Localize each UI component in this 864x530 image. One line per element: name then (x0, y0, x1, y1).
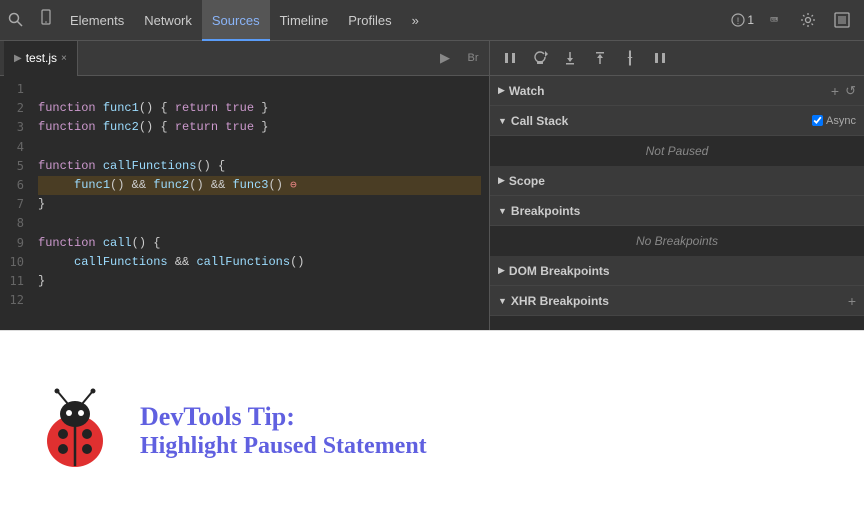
search-icon (8, 12, 24, 28)
debug-toolbar: | (490, 41, 864, 76)
editor-tab-label: test.js (26, 51, 57, 65)
watch-add-button[interactable]: + (831, 83, 839, 99)
scope-arrow: ▶ (498, 175, 505, 186)
search-button[interactable] (0, 12, 32, 28)
deactivate-button[interactable]: | (618, 46, 642, 70)
editor-tabs: ▶ test.js × ▶ Br (0, 41, 489, 76)
error-count: 1 (747, 13, 754, 27)
breakpoints-title: Breakpoints (511, 204, 856, 218)
toolbar-right: ! 1 ⌨ (731, 6, 864, 34)
tab-run-icon: ▶ (14, 53, 22, 64)
tab-sources[interactable]: Sources (202, 0, 270, 41)
breakpoints-arrow: ▼ (498, 206, 507, 216)
callstack-title: Call Stack (511, 114, 812, 128)
callstack-section-header[interactable]: ▼ Call Stack Async (490, 106, 864, 136)
dom-breakpoints-section-header[interactable]: ▶ DOM Breakpoints (490, 256, 864, 286)
tip-text: DevTools Tip: Highlight Paused Statement (140, 401, 427, 461)
xhr-arrow: ▼ (498, 296, 507, 306)
scope-section-header[interactable]: ▶ Scope (490, 166, 864, 196)
step-into-button[interactable] (558, 46, 582, 70)
watch-refresh-button[interactable]: ↺ (845, 83, 856, 99)
settings-icon (800, 12, 816, 28)
pause-icon (503, 51, 517, 65)
async-toggle[interactable] (812, 115, 823, 126)
watch-arrow: ▶ (498, 85, 505, 96)
mobile-icon[interactable] (32, 0, 60, 41)
pause-exception-icon (653, 51, 667, 65)
line-numbers: 1 2 3 4 5 6 7 8 9 10 11 12 (0, 76, 30, 330)
callstack-status: Not Paused (646, 144, 709, 158)
xhr-add-button[interactable]: + (848, 293, 856, 309)
play-button[interactable]: ▶ (433, 46, 457, 70)
async-label: Async (826, 115, 856, 127)
step-out-button[interactable] (588, 46, 612, 70)
settings-button[interactable] (794, 6, 822, 34)
dom-breakpoints-title: DOM Breakpoints (509, 264, 856, 278)
ladybug-icon (30, 386, 120, 476)
error-icon: ! (731, 13, 745, 27)
watch-actions: + ↺ (831, 83, 856, 99)
breakpoints-section-header[interactable]: ▼ Breakpoints (490, 196, 864, 226)
devtools-body: ▶ test.js × ▶ Br 1 2 3 4 5 6 7 8 9 10 11 (0, 41, 864, 330)
editor-tab-testjs[interactable]: ▶ test.js × (4, 41, 78, 76)
console-button[interactable]: ⌨ (760, 6, 788, 34)
breakpoint-button[interactable]: Br (461, 46, 485, 70)
watch-title: Watch (509, 84, 831, 98)
step-into-icon (563, 51, 577, 65)
pause-on-exception-button[interactable] (648, 46, 672, 70)
more-tabs-button[interactable]: » (402, 0, 429, 41)
editor-body: 1 2 3 4 5 6 7 8 9 10 11 12 function func… (0, 76, 489, 330)
undock-button[interactable] (828, 6, 856, 34)
breakpoints-status: No Breakpoints (636, 234, 718, 248)
tip-title: DevTools Tip: (140, 401, 427, 432)
mobile-device-icon (38, 9, 54, 25)
callstack-content: Not Paused (490, 136, 864, 166)
breakpoints-content: No Breakpoints (490, 226, 864, 256)
code-editor[interactable]: function func1() { return true }function… (30, 76, 489, 330)
tab-elements[interactable]: Elements (60, 0, 134, 41)
error-badge[interactable]: ! 1 (731, 13, 754, 27)
editor-tab-actions: ▶ Br (433, 46, 485, 70)
step-over-button[interactable] (528, 46, 552, 70)
tip-subtitle: Highlight Paused Statement (140, 432, 427, 461)
dom-breakpoints-arrow: ▶ (498, 265, 505, 276)
pause-button[interactable] (498, 46, 522, 70)
callstack-arrow: ▼ (498, 116, 507, 126)
svg-text:!: ! (737, 16, 740, 26)
xhr-breakpoints-section-header[interactable]: ▼ XHR Breakpoints + (490, 286, 864, 316)
tab-timeline[interactable]: Timeline (270, 0, 339, 41)
undock-icon (834, 12, 850, 28)
editor-tab-close[interactable]: × (61, 53, 67, 64)
console-icon: ⌨ (770, 13, 778, 28)
tab-network[interactable]: Network (134, 0, 202, 41)
tip-section: DevTools Tip: Highlight Paused Statement (0, 330, 864, 530)
tab-profiles[interactable]: Profiles (338, 0, 401, 41)
scope-title: Scope (509, 174, 856, 188)
async-checkbox[interactable]: Async (812, 115, 856, 127)
watch-section-header[interactable]: ▶ Watch + ↺ (490, 76, 864, 106)
step-out-icon (593, 51, 607, 65)
devtools-toolbar: Elements Network Sources Timeline Profil… (0, 0, 864, 41)
xhr-title: XHR Breakpoints (511, 294, 848, 308)
editor-panel: ▶ test.js × ▶ Br 1 2 3 4 5 6 7 8 9 10 11 (0, 41, 490, 330)
debugger-panel: | ▶ Watch + ↺ ▼ Call Stack Async (490, 41, 864, 330)
step-over-icon (532, 50, 548, 66)
